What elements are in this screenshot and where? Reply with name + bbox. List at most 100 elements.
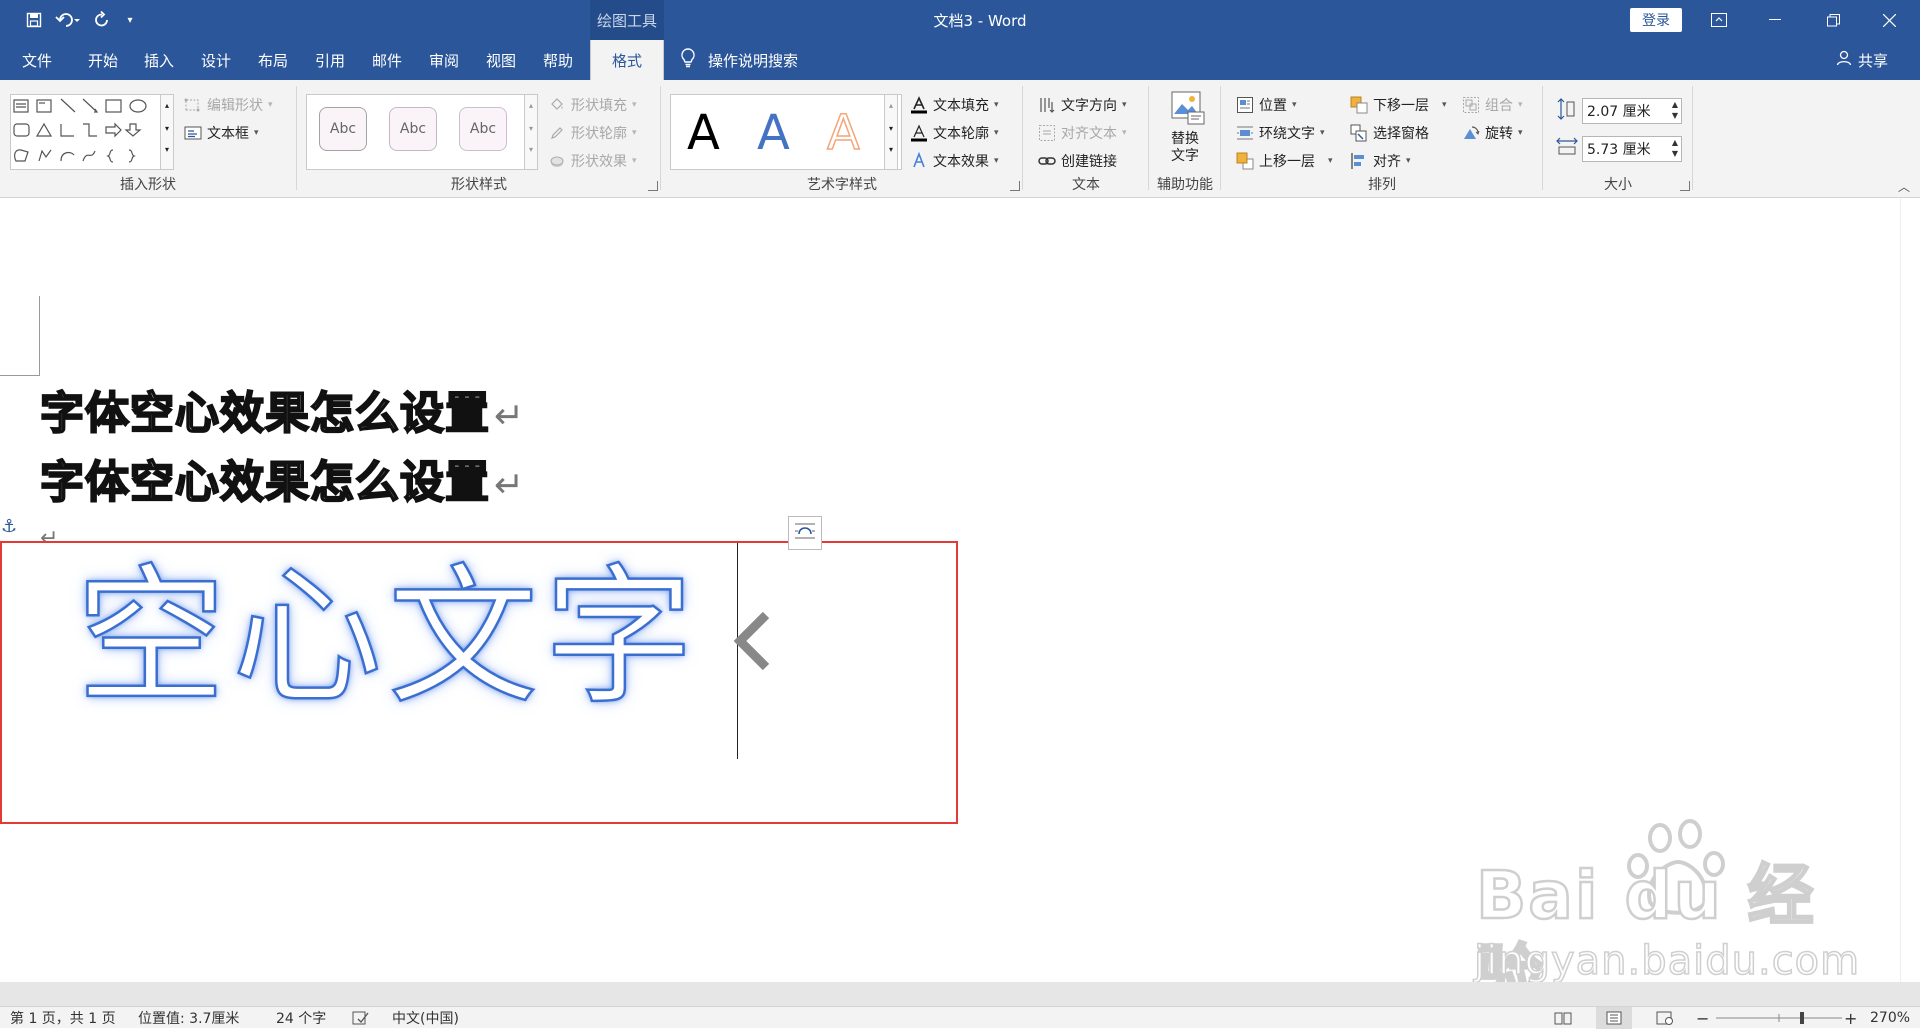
tab-layout[interactable]: 布局 bbox=[248, 40, 298, 80]
shape-height-input[interactable]: 2.07 厘米 ▲ ▼ bbox=[1582, 98, 1682, 124]
text-box-button[interactable]: 文本框 ▾ bbox=[184, 122, 259, 144]
group-objects-label: 组合 bbox=[1485, 98, 1513, 114]
ribbon: ▴ ▾ ▾ 编辑形状 ▾ 文本框 ▾ 插入形状 Abc Abc Abc ▴ ▾ … bbox=[0, 80, 1920, 198]
shape-fill-label: 形状填充 bbox=[571, 98, 627, 114]
tab-insert[interactable]: 插入 bbox=[134, 40, 184, 80]
drawing-tools-context-label: 绘图工具 bbox=[590, 0, 664, 40]
bring-forward-button[interactable]: 上移一层 ▾ bbox=[1236, 150, 1333, 172]
title-bar: ▾ 绘图工具 文档3 - Word 登录 bbox=[0, 0, 1920, 40]
align-button[interactable]: 对齐 ▾ bbox=[1350, 150, 1411, 172]
layout-options-button[interactable] bbox=[788, 516, 822, 550]
shapes-gallery[interactable] bbox=[10, 94, 173, 170]
undo-icon[interactable] bbox=[48, 7, 88, 33]
restore-icon[interactable] bbox=[1810, 0, 1856, 40]
selection-pane-button[interactable]: 选择窗格 bbox=[1350, 122, 1429, 144]
tab-format[interactable]: 格式 bbox=[590, 40, 664, 80]
tab-review[interactable]: 审阅 bbox=[419, 40, 469, 80]
text-fill-button[interactable]: 文本填充 ▾ bbox=[910, 94, 999, 116]
wordart-preset-orange-outline[interactable]: A bbox=[826, 104, 860, 162]
web-layout-icon[interactable] bbox=[1656, 1007, 1674, 1029]
tab-file[interactable]: 文件 bbox=[12, 40, 62, 80]
zoom-out-icon[interactable]: − bbox=[1696, 1007, 1709, 1029]
wordart-dialog-launcher[interactable] bbox=[1010, 181, 1020, 191]
wrap-text-button[interactable]: 环绕文字 ▾ bbox=[1236, 122, 1325, 144]
shape-style-preset-2[interactable]: Abc bbox=[389, 107, 437, 151]
tab-help[interactable]: 帮助 bbox=[533, 40, 583, 80]
text-effects-button[interactable]: 文本效果 ▾ bbox=[910, 150, 999, 172]
print-layout-icon[interactable] bbox=[1596, 1007, 1632, 1029]
shape-effects-button[interactable]: 形状效果 ▾ bbox=[548, 150, 637, 172]
rotate-icon bbox=[1462, 124, 1480, 142]
wordart-gallery-scroll[interactable]: ▴ ▾ ▾ bbox=[884, 94, 898, 170]
collapse-ribbon-icon[interactable]: ︿ bbox=[1898, 178, 1910, 195]
tab-home[interactable]: 开始 bbox=[78, 40, 128, 80]
size-dialog-launcher[interactable] bbox=[1680, 181, 1690, 191]
redo-icon[interactable] bbox=[88, 7, 116, 33]
save-icon[interactable] bbox=[20, 7, 48, 33]
person-icon bbox=[1836, 50, 1852, 70]
chevron-down-icon: ▾ bbox=[254, 128, 259, 138]
insert-shapes-group: ▴ ▾ ▾ 编辑形状 ▾ 文本框 ▾ 插入形状 bbox=[0, 86, 296, 194]
position-button[interactable]: 位置 ▾ bbox=[1236, 94, 1297, 116]
link-icon bbox=[1038, 152, 1056, 170]
shapes-gallery-scroll[interactable]: ▴ ▾ ▾ bbox=[160, 94, 174, 170]
share-button[interactable]: 共享 bbox=[1836, 40, 1888, 80]
spin-down-icon[interactable]: ▼ bbox=[1672, 111, 1678, 120]
shape-fill-button[interactable]: 形状填充 ▾ bbox=[548, 94, 637, 116]
wordart-style-gallery[interactable]: A A A bbox=[670, 94, 902, 170]
zoom-in-icon[interactable]: + bbox=[1844, 1007, 1857, 1029]
shape-style-preset-1[interactable]: Abc bbox=[319, 107, 367, 151]
shape-width-input[interactable]: 5.73 厘米 ▲ ▼ bbox=[1582, 136, 1682, 162]
hollow-text-2: 字体空心效果怎么设置 bbox=[39, 456, 490, 509]
text-direction-button[interactable]: 文字方向 ▾ bbox=[1038, 94, 1127, 116]
spin-up-icon[interactable]: ▲ bbox=[1672, 138, 1678, 147]
word-count[interactable]: 24 个字 bbox=[276, 1007, 326, 1029]
group-objects-button[interactable]: 组合 ▾ bbox=[1462, 94, 1523, 116]
page-count[interactable]: 第 1 页，共 1 页 bbox=[10, 1007, 116, 1029]
alt-text-button[interactable]: 替换 文字 bbox=[1162, 90, 1208, 170]
shape-height-icon bbox=[1556, 98, 1576, 124]
rotate-button[interactable]: 旋转 ▾ bbox=[1462, 122, 1523, 144]
spin-down-icon[interactable]: ▼ bbox=[1672, 149, 1678, 158]
login-button[interactable]: 登录 bbox=[1630, 8, 1682, 32]
send-backward-button[interactable]: 下移一层 ▾ bbox=[1350, 94, 1447, 116]
shape-style-preset-3[interactable]: Abc bbox=[459, 107, 507, 151]
vertical-scrollbar[interactable] bbox=[1900, 198, 1920, 982]
read-mode-icon[interactable] bbox=[1554, 1007, 1572, 1029]
create-link-button[interactable]: 创建链接 bbox=[1038, 150, 1117, 172]
tab-view[interactable]: 视图 bbox=[476, 40, 526, 80]
zoom-level[interactable]: 270% bbox=[1870, 1007, 1910, 1029]
shape-styles-dialog-launcher[interactable] bbox=[648, 181, 658, 191]
wordart-text[interactable]: 空心文字 bbox=[75, 552, 700, 725]
proofing-icon[interactable] bbox=[352, 1007, 370, 1029]
tab-references[interactable]: 引用 bbox=[305, 40, 355, 80]
shape-style-gallery[interactable]: Abc Abc Abc bbox=[306, 94, 538, 170]
tab-mailings[interactable]: 邮件 bbox=[362, 40, 412, 80]
wordart-preset-blue[interactable]: A bbox=[757, 105, 790, 161]
edit-shape-label: 编辑形状 bbox=[207, 98, 263, 114]
close-icon[interactable] bbox=[1866, 0, 1912, 40]
group-divider bbox=[296, 86, 297, 190]
minimize-icon[interactable] bbox=[1752, 0, 1798, 40]
chevron-down-icon: ▾ bbox=[994, 100, 999, 110]
document-line-2[interactable]: 字体空心效果怎么设置 ↵ bbox=[39, 455, 525, 514]
ribbon-display-options-icon[interactable] bbox=[1696, 0, 1742, 40]
shape-outline-button[interactable]: 形状轮廓 ▾ bbox=[548, 122, 637, 144]
language[interactable]: 中文(中国) bbox=[392, 1007, 459, 1029]
align-text-button[interactable]: 对齐文本 ▾ bbox=[1038, 122, 1127, 144]
shape-style-gallery-scroll[interactable]: ▴ ▾ ▾ bbox=[524, 94, 538, 170]
zoom-slider[interactable] bbox=[1716, 1007, 1842, 1029]
margin-crop-mark bbox=[0, 296, 40, 376]
chevron-down-icon: ▾ bbox=[1328, 156, 1333, 166]
wordart-preset-black[interactable]: A bbox=[687, 105, 720, 161]
chevron-down-icon: ▾ bbox=[1406, 156, 1411, 166]
text-outline-button[interactable]: 文本轮廓 ▾ bbox=[910, 122, 999, 144]
send-backward-label: 下移一层 bbox=[1373, 98, 1429, 114]
spin-up-icon[interactable]: ▲ bbox=[1672, 100, 1678, 109]
edit-shape-button[interactable]: 编辑形状 ▾ bbox=[184, 94, 273, 116]
tab-design[interactable]: 设计 bbox=[191, 40, 241, 80]
accessibility-group: 替换 文字 辅助功能 bbox=[1150, 86, 1220, 194]
customize-qat-icon[interactable]: ▾ bbox=[116, 7, 144, 33]
tell-me-search[interactable]: 操作说明搜索 bbox=[680, 40, 798, 80]
document-line-1[interactable]: 字体空心效果怎么设置 ↵ bbox=[39, 386, 525, 445]
